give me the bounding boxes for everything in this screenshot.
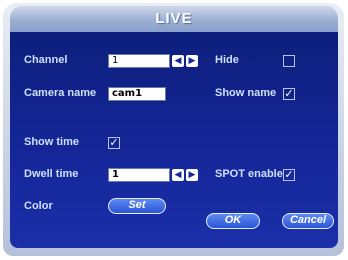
cancel-button[interactable]: Cancel	[282, 213, 334, 229]
channel-field[interactable]: 1	[108, 54, 170, 68]
title-bar: LIVE	[10, 6, 338, 32]
camera-name-field[interactable]: cam1	[108, 87, 166, 101]
channel-prev-icon[interactable]: ◀	[172, 55, 184, 67]
spot-enable-checkbox[interactable]: ✓	[283, 169, 295, 181]
dwell-next-icon[interactable]: ▶	[186, 169, 198, 181]
dwell-time-label: Dwell time	[24, 168, 79, 180]
window-title: LIVE	[155, 10, 193, 27]
show-name-checkbox[interactable]: ✓	[283, 88, 295, 100]
camera-name-label: Camera name	[24, 87, 97, 99]
checkmark-icon: ✓	[109, 136, 119, 149]
dwell-time-field[interactable]: 1	[108, 168, 170, 182]
show-name-label: Show name	[215, 87, 277, 99]
checkmark-icon: ✓	[284, 87, 294, 100]
show-time-label: Show time	[24, 136, 80, 148]
ok-button[interactable]: OK	[206, 213, 260, 229]
checkmark-icon: ✓	[284, 168, 294, 181]
channel-next-icon[interactable]: ▶	[186, 55, 198, 67]
hide-label: Hide	[215, 54, 239, 66]
show-time-checkbox[interactable]: ✓	[108, 137, 120, 149]
color-label: Color	[24, 200, 53, 212]
channel-label: Channel	[24, 54, 68, 66]
settings-panel: Channel 1 ◀ ▶ Hide Camera name cam1 Show…	[10, 32, 338, 248]
color-set-button[interactable]: Set	[108, 198, 166, 214]
spot-enable-label: SPOT enable	[215, 168, 283, 180]
hide-checkbox[interactable]	[283, 55, 295, 67]
dwell-prev-icon[interactable]: ◀	[172, 169, 184, 181]
